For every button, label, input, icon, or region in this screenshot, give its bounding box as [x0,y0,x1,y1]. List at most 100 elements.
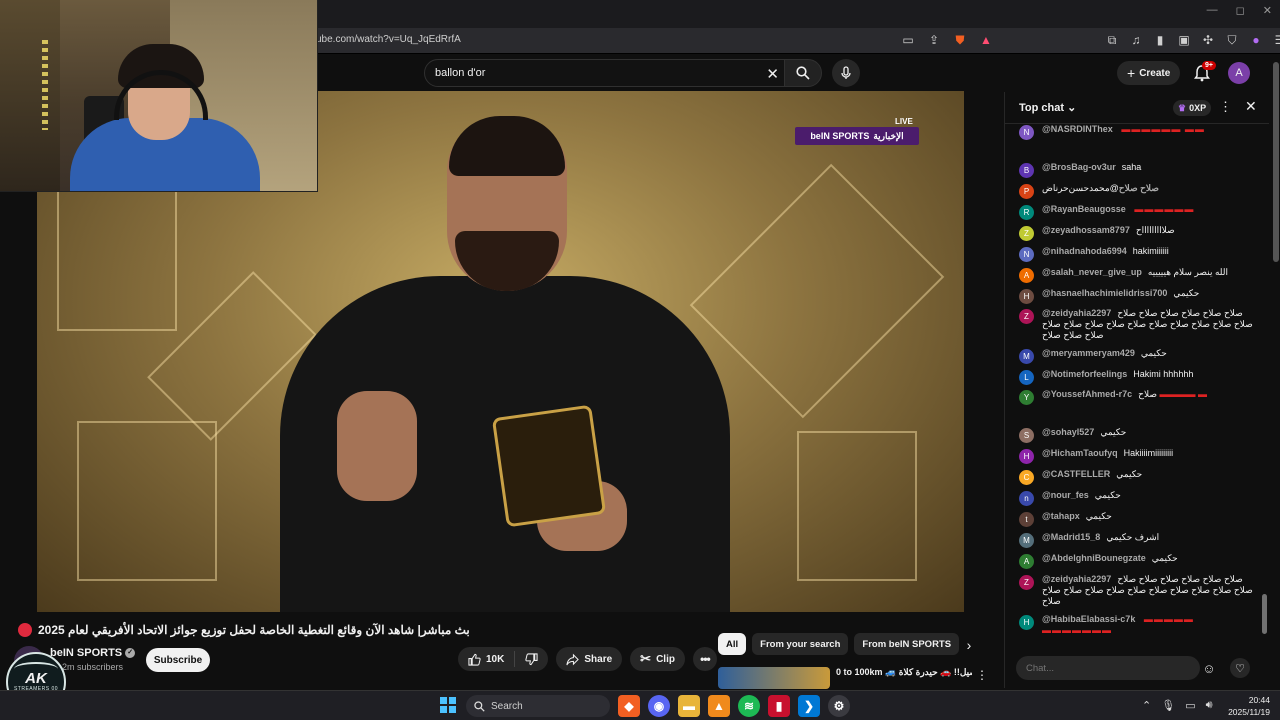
chat-author-avatar[interactable]: n [1019,491,1034,506]
extensions-icon[interactable]: ✣ [1200,32,1216,48]
page-scrollbar[interactable] [1272,56,1280,690]
microphone-tray-icon[interactable]: 🎙︎ [1161,699,1175,712]
chat-author-name[interactable]: @HichamTaoufyq [1042,448,1118,458]
account-avatar[interactable]: A [1228,62,1250,84]
like-button[interactable]: 10K [458,647,514,671]
chat-author-name[interactable]: @hasnaelhachimielidrissi700 [1042,288,1167,298]
chat-author-name[interactable]: @RayanBeaugosse [1042,204,1126,214]
leo-ai-icon[interactable]: ● [1248,32,1264,48]
close-window-button[interactable]: ✕ [1263,4,1272,17]
chat-scrollbar[interactable] [1262,124,1268,636]
chat-author-avatar[interactable]: H [1019,615,1034,630]
red-app-icon[interactable]: ▮ [768,695,790,717]
chat-author-avatar[interactable]: A [1019,554,1034,569]
chat-author-avatar[interactable]: t [1019,512,1034,527]
chat-options-icon[interactable]: ⋮ [1219,99,1232,115]
chat-author-avatar[interactable]: S [1019,428,1034,443]
chevron-up-icon[interactable]: ⌃ [1142,699,1151,712]
recommended-more-icon[interactable]: ⋮ [976,668,988,682]
recommended-video-thumbnail[interactable] [718,667,830,689]
chat-author-name[interactable]: @HabibaElabassi-c7k [1042,614,1135,624]
voice-search-button[interactable] [832,59,860,87]
chat-author-avatar[interactable]: Z [1019,575,1034,590]
chat-author-avatar[interactable]: Z [1019,226,1034,241]
close-chat-icon[interactable]: ✕ [1245,98,1257,115]
dislike-button[interactable] [515,647,548,671]
windows-start-icon[interactable] [440,697,456,713]
brave-rewards-icon[interactable]: ▲ [978,32,994,48]
chat-author-name[interactable]: @sohayl527 [1042,427,1094,437]
wallet-icon[interactable]: ▣ [1176,32,1192,48]
search-input[interactable] [435,67,735,79]
page-scrollbar-thumb[interactable] [1273,62,1279,262]
share-page-icon[interactable]: ⇪ [926,32,942,48]
network-icon[interactable]: ▭ [1185,699,1195,712]
chip-from-your-search[interactable]: From your search [752,633,849,655]
channel-name[interactable]: beIN SPORTS ✓ [50,647,136,659]
media-icon[interactable]: ♫ [1128,32,1144,48]
chat-author-avatar[interactable]: M [1019,349,1034,364]
recommended-video-title[interactable]: 0 to 100km 🚙 اكتشوا التفاصيل!! 🚗 حيدرة ك… [836,667,972,678]
chat-author-avatar[interactable]: H [1019,449,1034,464]
chat-author-name[interactable]: @nihadnahoda6994 [1042,246,1127,256]
chat-author-name[interactable]: @nour_fes [1042,490,1089,500]
chat-author-avatar[interactable]: L [1019,370,1034,385]
chip-all[interactable]: All [718,633,747,655]
spotify-icon[interactable]: ≋ [738,695,760,717]
more-actions-button[interactable]: ••• [692,647,717,671]
chat-author-avatar[interactable]: H [1019,289,1034,304]
chat-author-name[interactable]: @zeyadhossam8797 [1042,225,1130,235]
chat-author-name[interactable]: @CASTFELLER [1042,469,1110,479]
chat-author-name[interactable]: @salah_never_give_up [1042,267,1142,277]
chat-author-name[interactable]: @zeidyahia2297 [1042,574,1111,584]
chat-author-avatar[interactable]: P [1019,184,1034,199]
taskbar-clock[interactable]: 20:44 2025/11/19 [1222,694,1270,718]
chat-author-name[interactable]: @zeidyahia2297 [1042,308,1111,318]
taskbar-search[interactable]: Search [466,695,610,717]
chat-author-name[interactable]: @NASRDINThex [1042,124,1113,134]
discord-icon[interactable]: ◉ [648,695,670,717]
chat-author-avatar[interactable]: Z [1019,309,1034,324]
chat-author-avatar[interactable]: R [1019,205,1034,220]
minimize-button[interactable]: — [1207,4,1218,17]
brave-browser-icon[interactable]: ◆ [618,695,640,717]
emoji-icon[interactable]: ☺ [1201,660,1217,676]
search-button[interactable] [784,59,822,87]
url-text[interactable]: ube.com/watch?v=Uq_JqEdRrfA [316,34,461,45]
chat-author-name[interactable]: @tahapx [1042,511,1080,521]
vscode-icon[interactable]: ❯ [798,695,820,717]
chat-author-name[interactable]: @meryammeryam429 [1042,348,1135,358]
vpn-icon[interactable]: ⛉ [1224,32,1240,48]
chat-author-avatar[interactable]: B [1019,163,1034,178]
file-explorer-icon[interactable]: ▬ [678,695,700,717]
search-box[interactable]: ✕ [424,59,786,87]
chevron-right-icon[interactable]: › [960,636,978,654]
share-button[interactable]: Share [556,647,623,671]
sidebar-icon[interactable]: ⧉ [1104,32,1120,48]
maximize-button[interactable]: ◻ [1236,4,1245,17]
clip-button[interactable]: ✂ Clip [630,647,685,671]
chat-scrollbar-thumb[interactable] [1262,594,1267,634]
screenshot-icon[interactable]: ▭ [900,32,916,48]
chat-author-avatar[interactable]: N [1019,247,1034,262]
settings-gear-icon[interactable]: ⚙ [828,695,850,717]
chat-input[interactable] [1016,656,1200,680]
vlc-icon[interactable]: ▲ [708,695,730,717]
chip-from-bein-sports[interactable]: From beIN SPORTS [854,633,960,655]
create-button[interactable]: + Create [1117,61,1181,85]
heart-icon[interactable]: ♡ [1230,658,1250,678]
brave-shields-icon[interactable]: ⛊ [952,32,968,48]
chat-author-avatar[interactable]: C [1019,470,1034,485]
chat-author-name[interactable]: صلاح صلاح [1119,183,1159,193]
volume-icon[interactable]: 🔊︎ [1206,699,1213,712]
reader-icon[interactable]: ▮ [1152,32,1168,48]
menu-icon[interactable]: ☰ [1272,32,1280,48]
chat-author-avatar[interactable]: A [1019,268,1034,283]
chat-author-avatar[interactable]: M [1019,533,1034,548]
chat-author-name[interactable]: @Madrid15_8 [1042,532,1100,542]
clear-search-icon[interactable]: ✕ [766,65,779,83]
chat-author-name[interactable]: @Notimeforfeelings [1042,369,1127,379]
chat-author-name[interactable]: @BrosBag-ov3ur [1042,162,1116,172]
chat-author-avatar[interactable]: N [1019,125,1034,140]
xp-badge[interactable]: ♛ 0XP [1173,100,1212,116]
